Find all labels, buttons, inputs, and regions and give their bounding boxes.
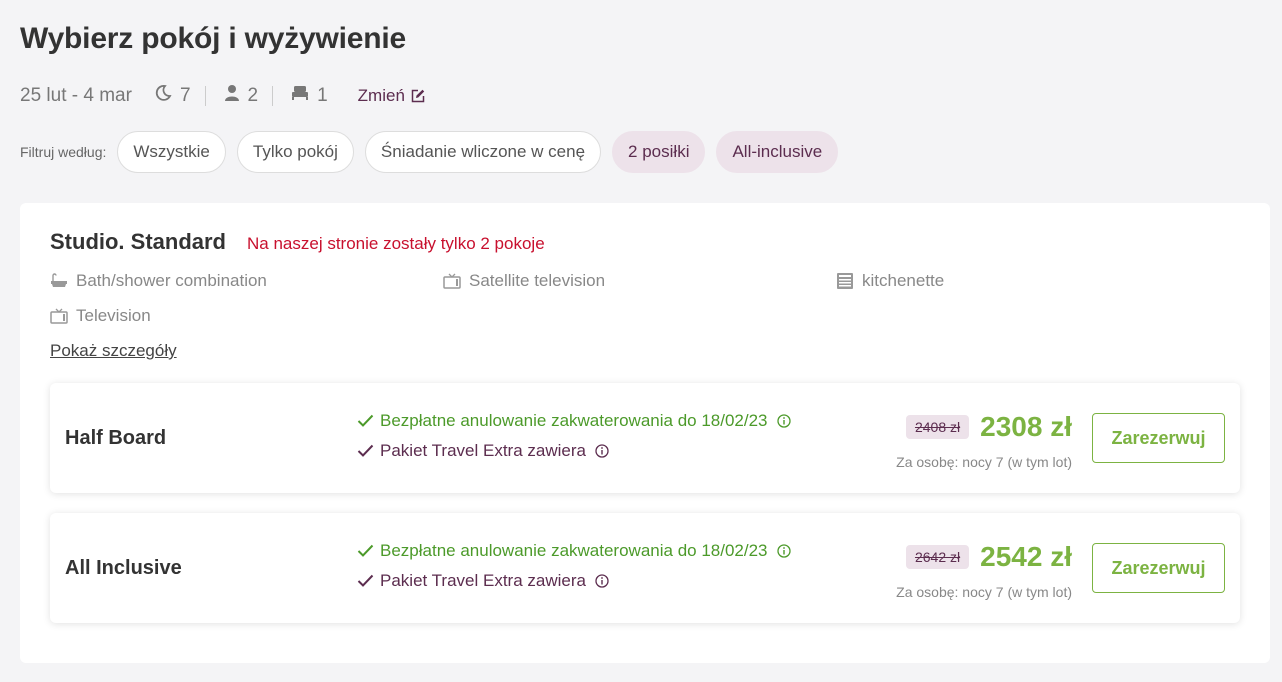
cancellation-text: Bezpłatne anulowanie zakwaterowania do 1… <box>380 411 768 430</box>
travel-extra-feature: Pakiet Travel Extra zawiera <box>357 571 609 591</box>
bath-icon <box>51 273 67 287</box>
free-cancellation-feature: Bezpłatne anulowanie zakwaterowania do 1… <box>357 541 791 561</box>
current-price: 2308 zł <box>980 411 1072 442</box>
filter-chip-half-board[interactable]: 2 posiłki <box>612 131 706 173</box>
offer-card-half-board: Half Board Bezpłatne anulowanie zakwater… <box>50 383 1240 493</box>
nights-count: 7 <box>179 85 191 106</box>
check-icon <box>357 544 374 557</box>
package-text: Pakiet Travel Extra zawiera <box>380 441 586 460</box>
amenity-television: Television <box>50 306 151 326</box>
change-label: Zmień <box>357 86 405 105</box>
trip-dates: 25 lut - 4 mar <box>20 85 132 106</box>
current-price: 2542 zł <box>980 541 1072 572</box>
room-header: Studio. Standard Na naszej stronie zosta… <box>50 229 545 255</box>
edit-icon <box>411 89 425 103</box>
filter-bar: Filtruj według: Wszystkie Tylko pokój Śn… <box>20 131 849 173</box>
offer-card-all-inclusive: All Inclusive Bezpłatne anulowanie zakwa… <box>50 513 1240 623</box>
old-price: 2642 zł <box>905 545 970 569</box>
rooms-count: 1 <box>317 85 328 106</box>
check-icon <box>357 414 374 427</box>
amenity-label: Satellite television <box>469 271 606 290</box>
filter-chip-all-inclusive[interactable]: All-inclusive <box>716 131 839 173</box>
amenity-label: Bath/shower combination <box>76 271 267 290</box>
tv-icon <box>50 308 68 324</box>
bed-icon <box>291 85 309 107</box>
room-title: Studio. Standard <box>50 229 226 254</box>
tv-icon <box>443 273 461 289</box>
summary-divider <box>272 86 274 106</box>
person-icon <box>224 84 240 108</box>
filter-chip-room-only[interactable]: Tylko pokój <box>236 131 354 173</box>
info-icon[interactable] <box>776 544 791 558</box>
info-icon[interactable] <box>776 414 791 428</box>
travel-extra-feature: Pakiet Travel Extra zawiera <box>357 441 609 461</box>
info-icon[interactable] <box>595 444 609 458</box>
amenity-label: kitchenette <box>862 271 945 290</box>
room-availability-alert: Na naszej stronie zostały tylko 2 pokoje <box>247 234 545 253</box>
page-title: Wybierz pokój i wyżywienie <box>20 22 407 55</box>
cancellation-text: Bezpłatne anulowanie zakwaterowania do 1… <box>380 541 768 560</box>
amenity-satellite-tv: Satellite television <box>443 271 605 291</box>
book-button[interactable]: Zarezerwuj <box>1092 543 1225 593</box>
book-button[interactable]: Zarezerwuj <box>1092 413 1225 463</box>
room-card: Studio. Standard Na naszej stronie zosta… <box>20 203 1270 663</box>
filter-chip-breakfast[interactable]: Śniadanie wliczone w cenę <box>364 131 602 173</box>
amenity-kitchenette: kitchenette <box>836 271 944 291</box>
trip-summary: 25 lut - 4 mar 7 2 1 Zmień <box>20 84 425 108</box>
check-icon <box>357 574 374 587</box>
persons-count: 2 <box>247 85 259 106</box>
change-trip-link[interactable]: Zmień <box>358 86 425 106</box>
check-icon <box>357 444 374 457</box>
kitchen-icon <box>837 273 853 289</box>
price-note: Za osobę: nocy 7 (w tym lot) <box>896 584 1072 600</box>
board-type: All Inclusive <box>65 557 182 579</box>
info-icon[interactable] <box>595 574 609 588</box>
price-block: 2408 zł 2308 zł <box>905 411 1072 443</box>
summary-divider <box>204 86 206 106</box>
price-block: 2642 zł 2542 zł <box>905 541 1072 573</box>
show-details-link[interactable]: Pokaż szczegóły <box>50 341 177 361</box>
old-price: 2408 zł <box>905 415 970 439</box>
filter-label: Filtruj według: <box>20 144 107 160</box>
amenity-bath: Bath/shower combination <box>50 271 267 291</box>
board-type: Half Board <box>65 427 167 449</box>
moon-icon <box>154 84 172 108</box>
amenity-label: Television <box>76 306 151 325</box>
price-note: Za osobę: nocy 7 (w tym lot) <box>896 454 1072 470</box>
package-text: Pakiet Travel Extra zawiera <box>380 571 586 590</box>
free-cancellation-feature: Bezpłatne anulowanie zakwaterowania do 1… <box>357 411 791 431</box>
filter-chip-all[interactable]: Wszystkie <box>117 131 226 173</box>
